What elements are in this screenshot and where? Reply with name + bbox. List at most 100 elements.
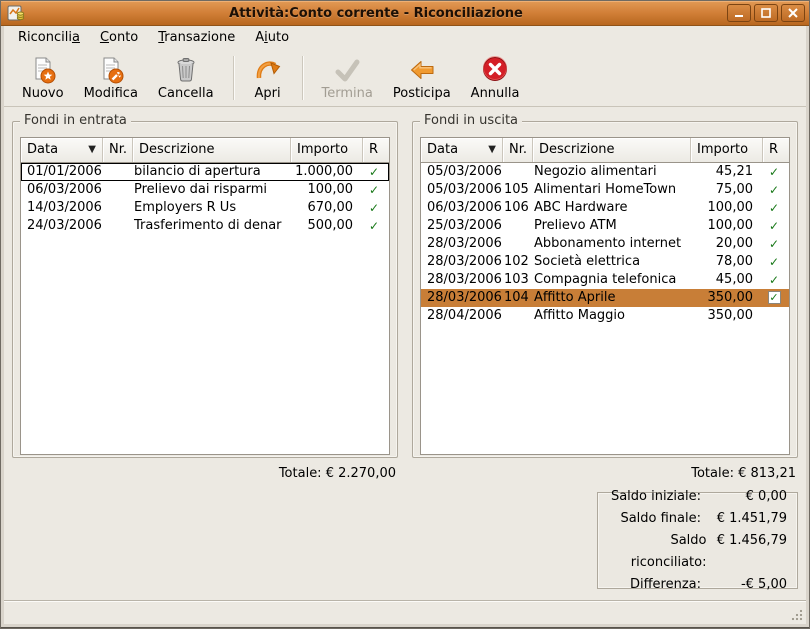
transaction-row[interactable]: 28/03/2006 102 Società elettrica 78,00 ✓ [421, 253, 789, 271]
minimize-icon [735, 15, 743, 17]
reconciled-cell[interactable]: ✓ [361, 217, 387, 235]
cell-nr [102, 181, 132, 199]
transaction-row[interactable]: 24/03/2006 Trasferimento di denar 500,00 ✓ [21, 217, 389, 235]
reconciled-cell[interactable]: ✓ [761, 163, 787, 181]
cancel-button[interactable]: Annulla [461, 52, 530, 104]
column-header-r[interactable]: R [763, 138, 789, 162]
cell-amt: 78,00 [715, 254, 753, 269]
difference-row: Differenza: -€ 5,00 [598, 574, 787, 596]
sort-descending-icon: ▼ [88, 144, 96, 155]
title-bar[interactable]: Attività:Conto corrente - Riconciliazion… [1, 1, 809, 26]
cell-nr [102, 163, 132, 181]
column-header-descrizione[interactable]: Descrizione [133, 138, 291, 162]
edit-button[interactable]: Modifica [74, 52, 148, 104]
column-header-nr[interactable]: Nr. [103, 138, 133, 162]
menu-riconcilia[interactable]: Riconcilia [8, 27, 90, 48]
starting-balance-row: Saldo iniziale: € 0,00 [598, 486, 787, 508]
reconciled-balance-row: Saldo riconciliato: € 1.456,79 [598, 530, 787, 574]
cell-date: 14/03/2006 [27, 200, 102, 215]
funds-out-table-header: Data ▼ Nr. Descrizione Importo R [420, 137, 790, 163]
reconciled-cell[interactable]: ✓ [361, 163, 387, 181]
menu-aiuto[interactable]: Aiuto [245, 27, 299, 48]
maximize-icon [761, 8, 771, 18]
new-button[interactable]: Nuovo [12, 52, 74, 104]
reconciled-cell[interactable]: ✓ [761, 253, 787, 271]
minimize-button[interactable] [727, 4, 751, 22]
cell-amt: 20,00 [715, 236, 753, 251]
reconciled-cell[interactable]: ✓ [761, 217, 787, 235]
reconciled-cell[interactable] [761, 307, 787, 325]
column-header-data[interactable]: Data ▼ [421, 138, 503, 162]
postpone-arrow-icon [410, 61, 434, 79]
cell-desc: Prelievo dai risparmi [134, 182, 267, 197]
cell-desc: Affitto Maggio [534, 308, 625, 323]
column-header-r[interactable]: R [363, 138, 389, 162]
transaction-row[interactable]: 28/03/2006 104 Affitto Aprile 350,00 ✓ [421, 289, 789, 307]
cell-amt: 670,00 [307, 200, 354, 215]
close-button[interactable] [781, 4, 805, 22]
menu-conto[interactable]: Conto [90, 27, 148, 48]
column-header-importo[interactable]: Importo [291, 138, 363, 162]
reconciled-cell[interactable]: ✓ [361, 199, 387, 217]
transaction-row[interactable]: 28/04/2006 Affitto Maggio 350,00 [421, 307, 789, 325]
funds-out-table: Data ▼ Nr. Descrizione Importo R 05/03/20… [420, 137, 790, 455]
delete-trash-icon [177, 58, 195, 82]
column-header-descrizione[interactable]: Descrizione [533, 138, 691, 162]
reconciled-cell[interactable]: ✓ [761, 235, 787, 253]
content-area: Fondi in entrata Data ▼ Nr. Descrizione I… [4, 107, 806, 600]
reconciled-cell[interactable]: ✓ [761, 289, 787, 307]
cell-date: 28/03/2006 [427, 236, 502, 251]
column-header-data[interactable]: Data ▼ [21, 138, 103, 162]
delete-button[interactable]: Cancella [148, 52, 224, 104]
reconciled-cell[interactable]: ✓ [761, 271, 787, 289]
open-button-label: Apri [254, 86, 281, 101]
cell-amt: 100,00 [707, 218, 754, 233]
reconciled-cell[interactable]: ✓ [761, 199, 787, 217]
resize-grip[interactable] [790, 608, 804, 622]
cell-nr: 102 [504, 254, 529, 269]
reconciled-check-icon: ✓ [768, 165, 780, 179]
transaction-row[interactable]: 28/03/2006 Abbonamento internet 20,00 ✓ [421, 235, 789, 253]
transaction-row[interactable]: 06/03/2006 106 ABC Hardware 100,00 ✓ [421, 199, 789, 217]
funds-in-total: Totale: € 2.270,00 [278, 466, 396, 481]
reconciled-check-icon: ✓ [768, 219, 780, 233]
cell-nr: 106 [504, 200, 529, 215]
reconciled-check-icon: ✓ [768, 201, 780, 215]
reconciled-cell[interactable]: ✓ [761, 181, 787, 199]
funds-in-panel: Fondi in entrata Data ▼ Nr. Descrizione I… [12, 113, 398, 458]
transaction-row[interactable]: 14/03/2006 Employers R Us 670,00 ✓ [21, 199, 389, 217]
maximize-button[interactable] [754, 4, 778, 22]
reconciled-balance-value: € 1.456,79 [716, 532, 787, 548]
open-button[interactable]: Apri [243, 52, 293, 104]
cell-amt: 75,00 [715, 182, 753, 197]
reconciled-cell[interactable]: ✓ [361, 181, 387, 199]
ending-balance-row: Saldo finale: € 1.451,79 [598, 508, 787, 530]
finish-button: Termina [312, 52, 383, 104]
reconciled-check-icon: ✓ [768, 183, 780, 197]
funds-in-table: Data ▼ Nr. Descrizione Importo R 01/01/20… [20, 137, 390, 455]
funds-out-list[interactable]: 05/03/2006 Negozio alimentari 45,21 ✓ 05/03/… [420, 163, 790, 455]
transaction-row[interactable]: 05/03/2006 Negozio alimentari 45,21 ✓ [421, 163, 789, 181]
cell-nr [502, 163, 532, 181]
column-header-nr[interactable]: Nr. [503, 138, 533, 162]
cell-nr [102, 217, 132, 235]
menu-transazione[interactable]: Transazione [148, 27, 245, 48]
column-header-importo[interactable]: Importo [691, 138, 763, 162]
cell-amt: 45,21 [715, 164, 753, 179]
cell-desc: ABC Hardware [534, 200, 628, 215]
transaction-row[interactable]: 05/03/2006 105 Alimentari HomeTown 75,00 ✓ [421, 181, 789, 199]
transaction-row[interactable]: 28/03/2006 103 Compagnia telefonica 45,00 ✓ [421, 271, 789, 289]
transaction-row[interactable]: 25/03/2006 Prelievo ATM 100,00 ✓ [421, 217, 789, 235]
new-button-label: Nuovo [22, 86, 64, 101]
cell-nr: 103 [504, 272, 529, 287]
cell-date: 01/01/2006 [27, 164, 102, 179]
transaction-row[interactable]: 06/03/2006 Prelievo dai risparmi 100,00 ✓ [21, 181, 389, 199]
sort-descending-icon: ▼ [488, 144, 496, 155]
funds-in-legend: Fondi in entrata [20, 113, 131, 128]
postpone-button[interactable]: Posticipa [383, 52, 461, 104]
cell-amt: 45,00 [715, 272, 753, 287]
cell-date: 28/03/2006 [427, 290, 502, 305]
transaction-row[interactable]: 01/01/2006 bilancio di apertura 1.000,00 ✓ [21, 163, 389, 181]
window-frame-bottom [1, 624, 809, 628]
funds-in-list[interactable]: 01/01/2006 bilancio di apertura 1.000,00 ✓ 0… [20, 163, 390, 455]
